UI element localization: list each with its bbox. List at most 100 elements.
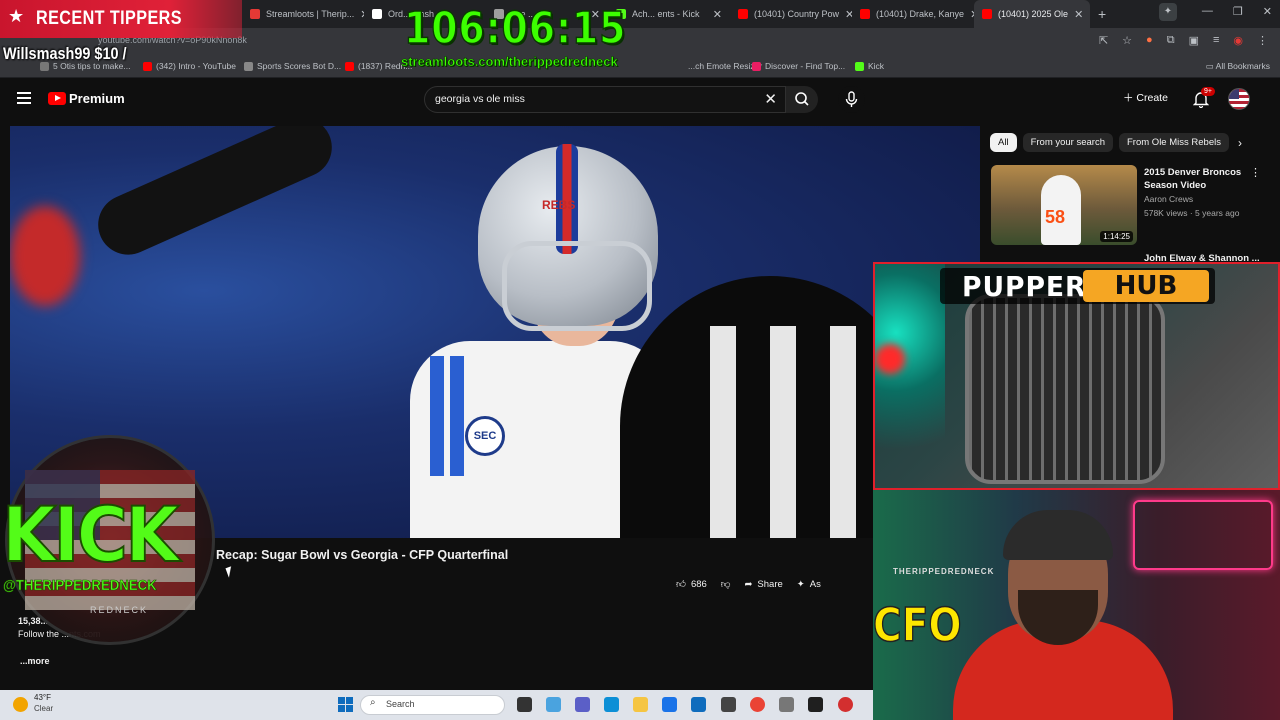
- kick-icon: [855, 61, 864, 71]
- cfp-overlay-text: CFO: [872, 597, 962, 653]
- show-more-link[interactable]: ...more: [20, 656, 50, 666]
- recommendation-channel[interactable]: Aaron Crews: [1144, 194, 1193, 204]
- taskbar-search-input[interactable]: Search: [386, 699, 415, 709]
- browser-tab[interactable]: (10401) Drake, Kanye ✕: [852, 0, 974, 28]
- minimize-icon[interactable]: —: [1202, 5, 1213, 18]
- tab-favicon-icon: [372, 9, 382, 19]
- bookmarks-bar: 5 Otis tips to make... (342) Intro - You…: [0, 56, 1280, 78]
- neon-lights: [875, 264, 945, 488]
- browser-tab[interactable]: Streamloots | Therip... ✕: [242, 0, 364, 28]
- helmet-text: REBS: [542, 198, 576, 212]
- copilot-icon[interactable]: [546, 697, 561, 712]
- new-tab-icon[interactable]: +: [1098, 6, 1106, 22]
- chrome-icon[interactable]: [750, 697, 765, 712]
- sidebar-icon[interactable]: ▣: [1189, 34, 1199, 47]
- close-window-icon[interactable]: ✕: [1263, 5, 1272, 18]
- video-duration: 1:14:25: [1100, 231, 1133, 242]
- weather-temperature[interactable]: 43°F: [34, 693, 51, 702]
- hub-badge: HUB: [1083, 270, 1209, 302]
- chip-from-channel[interactable]: From Ole Miss Rebels: [1119, 133, 1229, 152]
- install-icon[interactable]: ⇱: [1099, 34, 1108, 47]
- close-icon[interactable]: ✕: [713, 8, 722, 21]
- recent-tippers-banner: ★ RECENT TIPPERS: [0, 0, 242, 38]
- dog-crate: [965, 294, 1165, 484]
- bookmark-favicon-icon: [244, 61, 253, 71]
- restore-icon[interactable]: ❐: [1233, 5, 1243, 18]
- create-label: Create: [1136, 92, 1168, 104]
- bookmark-item[interactable]: Sports Scores Bot D...: [244, 61, 341, 71]
- kick-handle: @THERIPPEDREDNECK: [3, 577, 157, 595]
- bookmark-item[interactable]: (342) Intro - YouTube: [143, 61, 236, 71]
- tab-favicon-icon: [250, 9, 260, 19]
- folder-icon: ▭: [1205, 61, 1216, 71]
- taskbar-search[interactable]: [360, 695, 505, 715]
- task-view-icon[interactable]: [517, 697, 532, 712]
- bookmark-item[interactable]: Kick: [855, 61, 884, 71]
- bookmark-item[interactable]: Discover - Find Top...: [752, 61, 845, 71]
- all-bookmarks[interactable]: ▭ All Bookmarks: [1206, 61, 1270, 72]
- kick-badge-subtext: REDNECK: [90, 605, 149, 615]
- edge-icon[interactable]: [604, 697, 619, 712]
- close-icon[interactable]: ✕: [845, 8, 852, 21]
- chevron-right-icon[interactable]: ›: [1238, 136, 1242, 150]
- video-blur: [10, 206, 80, 306]
- terminal-icon[interactable]: [808, 697, 823, 712]
- like-count: 686: [690, 578, 707, 590]
- weather-condition[interactable]: Clear: [34, 704, 53, 713]
- youtube-icon: [143, 61, 152, 71]
- more-actions-icon[interactable]: ⋮: [1250, 166, 1261, 179]
- menu-kebab-icon[interactable]: ⋮: [1257, 34, 1268, 47]
- sec-patch: SEC: [465, 416, 505, 456]
- youtube-logo-icon[interactable]: [48, 92, 66, 105]
- ask-button[interactable]: ✦ As: [797, 579, 821, 590]
- app-icon[interactable]: [779, 697, 794, 712]
- weather-moon-icon[interactable]: [13, 697, 28, 712]
- chip-from-your-search[interactable]: From your search: [1022, 133, 1113, 152]
- media-control-icon[interactable]: ≡: [1213, 34, 1219, 47]
- like-button[interactable]: 👍︎ 686: [676, 578, 707, 591]
- webcam-sign-text: THERIPPEDREDNECK: [893, 567, 995, 576]
- recommendation-thumbnail[interactable]: 58 1:14:25: [991, 165, 1137, 245]
- recent-tipper: Willsmash99 $10 /: [3, 44, 127, 63]
- dislike-button[interactable]: 👎︎: [721, 578, 731, 590]
- thumbnail-jersey-number: 58: [1045, 207, 1066, 227]
- avatar[interactable]: [1228, 88, 1250, 110]
- search-input[interactable]: georgia vs ole miss: [435, 93, 525, 105]
- file-explorer-icon[interactable]: [633, 697, 648, 712]
- pupper-title: PUPPER: [962, 270, 1087, 303]
- app-icon[interactable]: [838, 697, 853, 712]
- plus-icon: ＋: [1123, 92, 1137, 104]
- menu-icon[interactable]: [17, 92, 31, 104]
- create-button[interactable]: ＋ Create: [1123, 90, 1168, 105]
- store-icon[interactable]: [662, 697, 677, 712]
- window-controls: ✦ — ❐ ✕: [1159, 3, 1272, 21]
- bookmark-star-icon[interactable]: ☆: [1122, 34, 1132, 47]
- ask-label: As: [809, 578, 821, 590]
- screen: Streamloots | Therip... ✕ Ord... Dash...…: [0, 0, 1280, 720]
- tab-favicon-icon: [738, 9, 748, 19]
- windows-start-icon[interactable]: [338, 697, 353, 712]
- obs-icon[interactable]: [721, 697, 736, 712]
- clear-search-icon[interactable]: ✕: [764, 90, 777, 108]
- bookmark-label: (342) Intro - YouTube: [156, 61, 237, 71]
- profile-icon[interactable]: ◉: [1233, 34, 1243, 47]
- voice-search-button[interactable]: [838, 86, 865, 113]
- teams-icon[interactable]: [575, 697, 590, 712]
- browser-tab[interactable]: (10401) Country Pow ✕: [730, 0, 852, 28]
- extensions-puzzle-icon[interactable]: ⧉: [1167, 34, 1175, 47]
- browser-tab-active[interactable]: (10401) 2025 Ole ✕: [974, 0, 1090, 28]
- extension-icon[interactable]: ●: [1146, 34, 1153, 47]
- referee-stripe: [770, 326, 796, 538]
- search-button[interactable]: [786, 86, 818, 113]
- share-button[interactable]: ➦ Share: [744, 579, 782, 590]
- video-arm: [88, 126, 342, 265]
- youtube-brand[interactable]: Premium: [69, 91, 125, 106]
- ai-spark-icon[interactable]: ✦: [1159, 3, 1177, 21]
- chip-all[interactable]: All: [990, 133, 1017, 152]
- tab-label: (10401) Country Pow: [754, 9, 840, 19]
- close-icon[interactable]: ✕: [1074, 8, 1083, 21]
- outlook-icon[interactable]: [691, 697, 706, 712]
- search-box[interactable]: georgia vs ole miss ✕: [424, 86, 786, 113]
- tab-favicon-icon: [982, 9, 992, 19]
- recommendation-title[interactable]: 2015 Denver Broncos Season Video: [1144, 166, 1244, 192]
